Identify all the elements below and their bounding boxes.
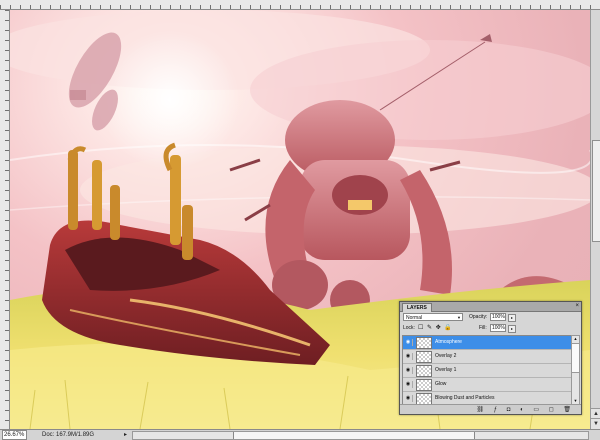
layer-row[interactable]: ◉ Overlay 2 [403, 350, 571, 364]
eye-icon[interactable]: ◉ [404, 381, 413, 388]
layer-name[interactable]: Atmosphere [435, 339, 462, 346]
eye-icon[interactable]: ◉ [404, 353, 413, 360]
layer-list-scrollbar[interactable]: ▲ ▼ [571, 335, 580, 405]
layers-panel: LAYERS × Normal ▼ Opacity: 100% ▸ Lock: … [399, 301, 582, 415]
new-layer-icon[interactable]: ◻ [549, 406, 558, 413]
layer-name[interactable]: Glow [435, 381, 446, 388]
fx-icon[interactable]: ƒ [494, 407, 501, 413]
scroll-down-arrow-icon[interactable]: ▼ [591, 418, 600, 429]
eye-icon[interactable]: ◉ [404, 367, 413, 374]
lock-options-icon[interactable]: ☐ ✎ ✥ 🔒 [418, 324, 453, 331]
layer-list-scroll-thumb[interactable] [572, 343, 579, 373]
trash-icon[interactable]: 🗑 [563, 406, 575, 413]
link-icon[interactable]: ⛓ [476, 406, 488, 413]
lock-label: Lock: [403, 325, 415, 331]
layer-row[interactable]: ◉ Glow [403, 378, 571, 392]
layer-name[interactable]: Overlay 2 [435, 353, 456, 360]
layer-thumbnail[interactable] [416, 337, 432, 349]
layer-row[interactable]: ◉ Atmosphere [403, 336, 571, 350]
vertical-ruler[interactable] [0, 10, 10, 429]
adjustment-icon[interactable]: ◐ [520, 407, 528, 413]
folder-icon[interactable]: ▭ [533, 406, 543, 413]
layer-thumbnail[interactable] [416, 379, 432, 391]
panel-header[interactable]: LAYERS × [400, 302, 581, 312]
fill-slider-button[interactable]: ▸ [508, 325, 516, 333]
panel-footer: ⛓ ƒ ◘ ◐ ▭ ◻ 🗑 [400, 404, 581, 414]
opacity-input[interactable]: 100% [490, 313, 506, 321]
horizontal-ruler[interactable] [0, 0, 600, 10]
fill-label: Fill: [479, 325, 487, 331]
tab-layers[interactable]: LAYERS [402, 303, 432, 312]
status-bar: 26.67% Doc: 167.9M/1.89G ▸ [0, 429, 600, 440]
opacity-label: Opacity: [469, 314, 488, 320]
blend-mode-value: Normal [406, 315, 423, 321]
layer-name[interactable]: Blowing Dust and Particles [435, 395, 494, 402]
horizontal-scroll-thumb[interactable] [233, 432, 475, 439]
layer-row[interactable]: ◉ Overlay 1 [403, 364, 571, 378]
blend-mode-select[interactable]: Normal ▼ [403, 313, 463, 321]
opacity-slider-button[interactable]: ▸ [508, 314, 516, 322]
eye-icon[interactable]: ◉ [404, 395, 413, 402]
mask-icon[interactable]: ◘ [507, 407, 515, 413]
scroll-up-arrow-icon[interactable]: ▲ [572, 336, 579, 342]
layer-name[interactable]: Overlay 1 [435, 367, 456, 374]
layer-thumbnail[interactable] [416, 351, 432, 363]
layer-list: ◉ Atmosphere ◉ Overlay 2 ◉ Overlay 1 ◉ G… [402, 335, 572, 405]
chevron-down-icon: ▼ [457, 315, 461, 320]
layer-thumbnail[interactable] [416, 365, 432, 377]
eye-icon[interactable]: ◉ [404, 339, 413, 346]
fill-input[interactable]: 100% [490, 324, 506, 332]
vertical-scrollbar[interactable]: ▲ ▼ [590, 10, 600, 429]
vertical-scroll-thumb[interactable] [592, 140, 600, 242]
panel-close-icon[interactable]: × [575, 303, 579, 310]
